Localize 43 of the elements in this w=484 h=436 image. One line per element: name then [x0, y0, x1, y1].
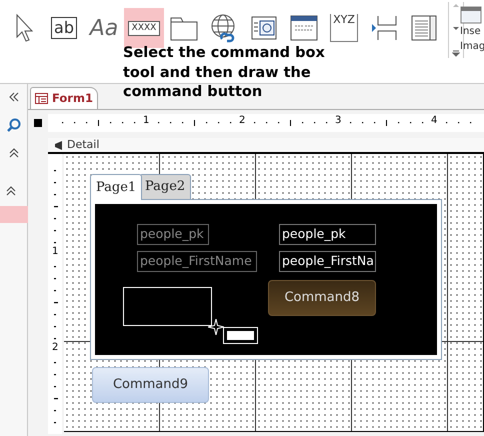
command-button[interactable]: Command9 — [92, 367, 209, 403]
list-box-icon — [410, 13, 438, 43]
tool-button[interactable]: Aa — [84, 8, 124, 48]
ruler-number: 4 — [431, 116, 438, 126]
form-icon — [35, 93, 48, 104]
page-tab[interactable]: Page2 — [139, 174, 192, 199]
ruler-number: 2 — [239, 116, 246, 126]
button-label: Inse — [460, 25, 482, 39]
tool-label: ab — [51, 17, 77, 39]
field-label: people_FirstName — [137, 251, 257, 272]
scroll-down-icon[interactable] — [452, 26, 460, 32]
field-label: people_pk — [137, 224, 209, 245]
insert-image-button[interactable]: Inse Imag — [460, 6, 484, 54]
chevron-up-icon[interactable] — [8, 148, 18, 158]
page-break-icon — [370, 13, 398, 43]
section-title: Detail — [67, 136, 100, 153]
text-box[interactable]: people_pk — [279, 224, 376, 245]
tool-label: Aa — [90, 14, 118, 42]
search-icon[interactable] — [6, 118, 20, 132]
image-icon — [460, 6, 482, 24]
tool-label: XXXX — [128, 20, 160, 36]
button-cursor-icon — [223, 327, 258, 344]
web-browser-icon — [250, 14, 278, 42]
tab-title: Form1 — [52, 90, 93, 107]
tool-label: XYZ — [330, 14, 358, 42]
text-box[interactable]: people_FirstNa — [279, 251, 376, 272]
command-button[interactable]: Command8 — [268, 280, 376, 316]
page-tab[interactable]: Page1 — [90, 174, 142, 200]
ruler-number: 3 — [335, 116, 342, 126]
crosshair-cursor-icon — [208, 319, 224, 335]
ruler-number: 1 — [143, 116, 150, 126]
navigation-icon — [289, 13, 319, 43]
section-icon — [54, 140, 63, 150]
more-icon[interactable] — [452, 50, 460, 58]
tool-button[interactable]: XYZ — [324, 8, 364, 48]
ruler-number: 2 — [52, 343, 58, 353]
tool-button[interactable]: ab — [44, 8, 84, 48]
collapse-icon[interactable] — [8, 92, 18, 102]
document-tab[interactable]: Form1 — [30, 87, 98, 109]
ruler-number: 1 — [52, 247, 58, 257]
button-label: Imag — [460, 40, 484, 54]
chevron-up-icon[interactable] — [6, 186, 16, 196]
ruler-corner — [34, 119, 42, 127]
